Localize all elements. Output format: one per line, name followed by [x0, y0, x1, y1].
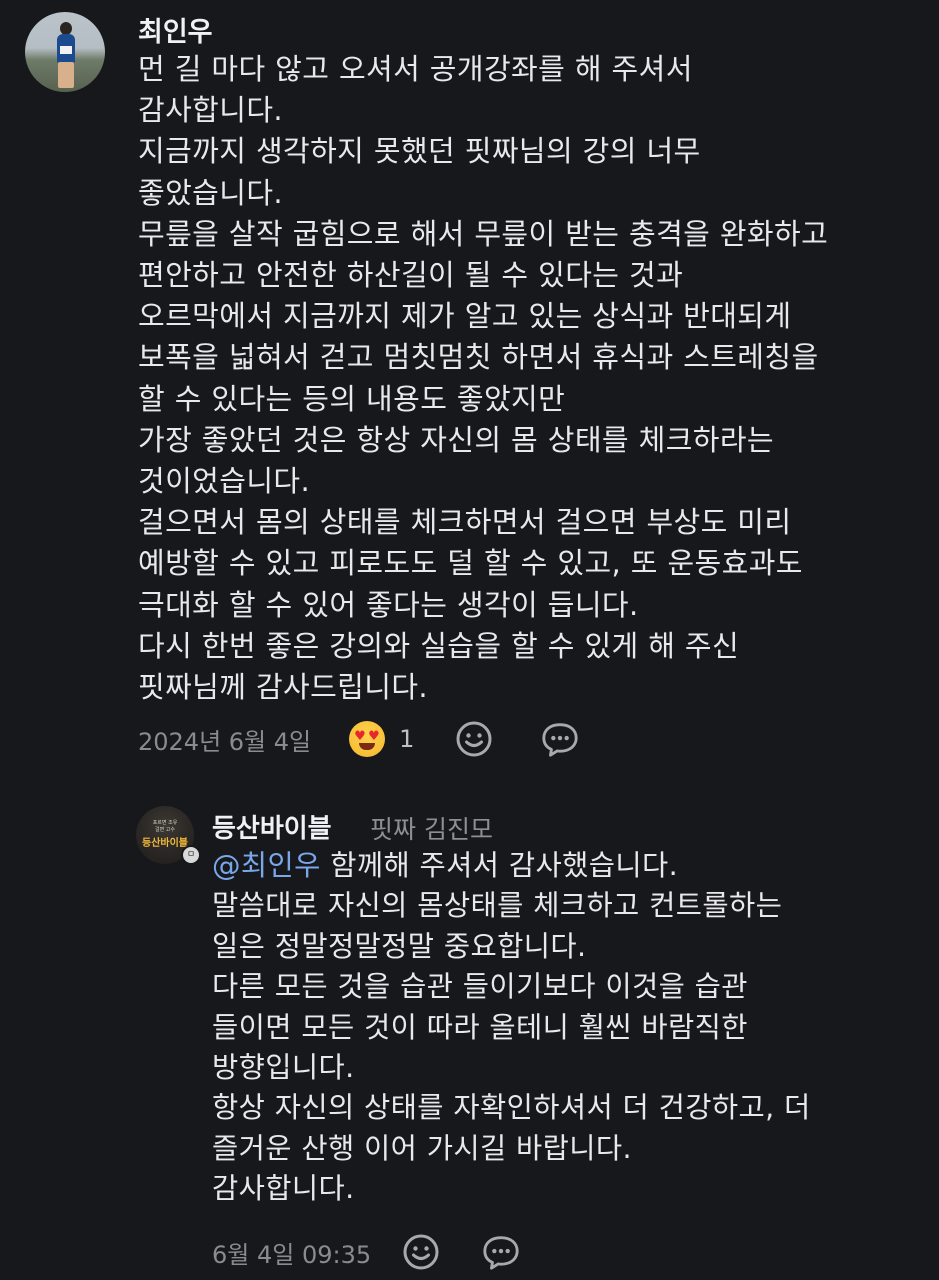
race-bib	[60, 46, 72, 54]
smiley-icon	[403, 1234, 439, 1270]
heart-eye-left: ♥	[354, 729, 366, 744]
body-line: 예방할 수 있고 피로도도 덜 할 수 있고, 또 운동효과도	[138, 546, 803, 581]
heart-eyes-emoji-icon: ♥ ♥	[349, 721, 386, 757]
reply-body: @최인우 함께해 주셔서 감사했습니다. 말씀대로 자신의 몸상태를 체크하고 컨…	[212, 846, 811, 1210]
reaction-count: 1	[399, 725, 415, 753]
body-line: 것이었습니다.	[138, 464, 311, 499]
add-reaction-button[interactable]	[401, 1232, 441, 1272]
body-line: 가장 좋았던 것은 항상 자신의 몸 상태를 체크하라는	[138, 422, 775, 457]
speech-bubble-icon	[483, 1236, 519, 1270]
comment-body: 먼 길 마다 않고 오셔서 공개강좌를 해 주셔서감사합니다. 지금까지 생각하지…	[138, 49, 828, 708]
body-line: 지금까지 생각하지 못했던 핏짜님의 강의 너무	[138, 134, 701, 169]
body-line: 걸으면서 몸의 상태를 체크하면서 걸으면 부상도 미리	[138, 505, 792, 540]
comment-author[interactable]: 최인우	[138, 10, 213, 49]
badge: ㅁ	[181, 845, 201, 865]
reply-date: 6월 4일 09:35	[212, 1240, 372, 1269]
reply-button[interactable]	[481, 1232, 521, 1272]
body-line: 할 수 있다는 등의 내용도 좋았지만	[138, 381, 566, 416]
body-line: 일은 정말정말정말 중요합니다.	[212, 929, 587, 963]
body-line: 방향입니다.	[212, 1051, 355, 1085]
avatar[interactable]	[25, 12, 105, 92]
body-line: 항상 자신의 상태를 자확인하셔서 더 건강하고, 더	[212, 1091, 811, 1125]
mention-link[interactable]: @최인우	[212, 849, 321, 882]
body-line: 다시 한번 좋은 강의와 실습을 할 수 있게 해 주신	[138, 628, 740, 663]
body-line: 즐거운 산행 이어 가시길 바랍니다.	[212, 1131, 632, 1165]
body-line: 좋았습니다.	[138, 175, 284, 210]
body-line: 극대화 할 수 있어 좋다는 생각이 듭니다.	[138, 587, 639, 622]
body-line: 보폭을 넓혀서 걷고 멈칫멈칫 하면서 휴식과 스트레칭을	[138, 340, 819, 375]
comment-date: 2024년 6월 4일	[138, 727, 312, 756]
avatar-caption: 포르면 조유 걸면 고수	[152, 820, 178, 833]
smiley-icon	[456, 721, 492, 757]
reply-author[interactable]: 등산바이블	[212, 808, 332, 845]
reply-first-line: 함께해 주셔서 감사했습니다.	[320, 849, 679, 882]
emoji-mouth	[359, 743, 376, 750]
body-line: 무릎을 살작 굽힘으로 해서 무릎이 받는 충격을 완화하고	[138, 216, 829, 251]
add-reaction-button[interactable]	[454, 719, 494, 759]
body-line: 말씀대로 자신의 몸상태를 체크하고 컨트롤하는	[212, 889, 783, 923]
speech-bubble-icon	[542, 723, 579, 757]
comment-meta: 2024년 6월 4일 ♥ ♥ 1	[138, 714, 580, 764]
body-line: 들이면 모든 것이 따라 올테니 훨씬 바람직한	[212, 1010, 748, 1044]
runner-legs	[58, 62, 74, 88]
heart-eye-right: ♥	[368, 729, 380, 744]
body-line: 편안하고 안전한 하산길이 될 수 있다는 것과	[138, 258, 684, 293]
body-line: 감사합니다.	[138, 93, 284, 128]
body-line: 먼 길 마다 않고 오셔서 공개강좌를 해 주셔서	[138, 52, 693, 86]
body-line: 오르막에서 지금까지 제가 알고 있는 상식과 반대되게	[138, 299, 792, 334]
reply-author-subtitle: 핏짜 김진모	[370, 815, 493, 844]
reply-meta: 6월 4일 09:35	[212, 1230, 521, 1274]
reaction-chip[interactable]: ♥ ♥ 1	[349, 721, 414, 757]
reply-button[interactable]	[540, 719, 580, 759]
body-line: 핏짜님께 감사드립니다.	[138, 670, 429, 705]
body-line: 감사합니다.	[212, 1172, 355, 1206]
body-line: 다른 모든 것을 습관 들이기보다 이것을 습관	[212, 970, 748, 1004]
